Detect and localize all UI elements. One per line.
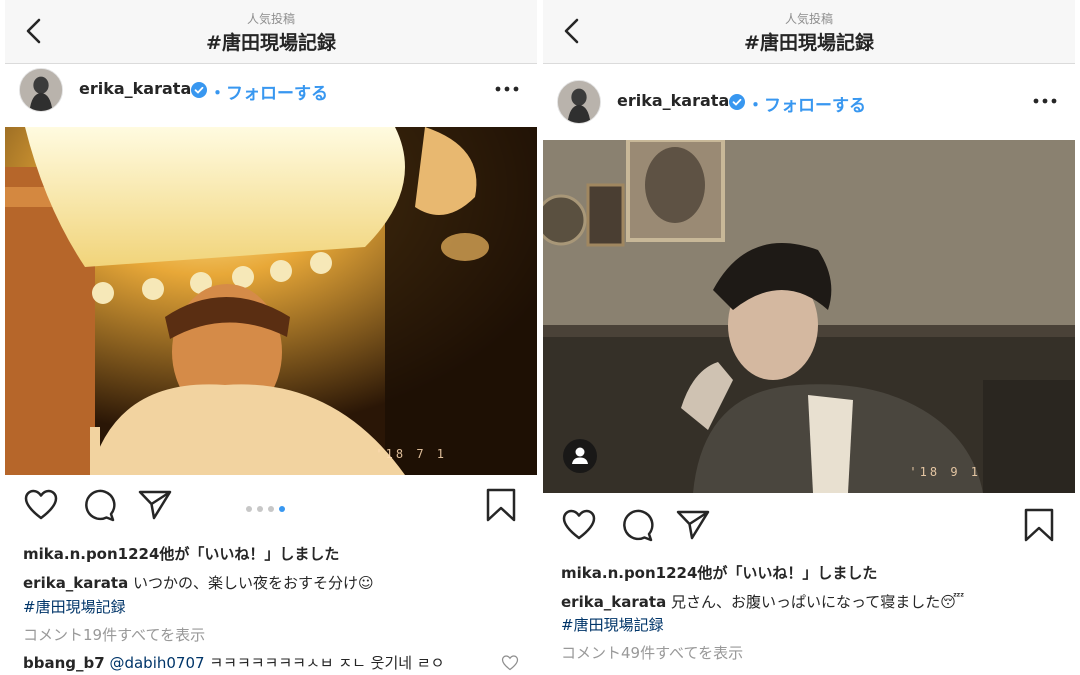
carousel-indicator bbox=[246, 506, 285, 512]
comment-row: bbang_b7 @dabih0707 ㅋㅋㅋㅋㅋㅋㅋㅅㅂ ㅈㄴ 웃기네 ㄹㅇ bbox=[23, 652, 519, 673]
caption-username[interactable]: erika_karata bbox=[561, 593, 666, 611]
carousel-dot-active bbox=[279, 506, 285, 512]
heart-icon[interactable] bbox=[561, 507, 597, 543]
top-navigation-bar: 人気投稿 #唐田現場記録 bbox=[5, 0, 537, 64]
caption: erika_karata 兄さん、お腹いっぱいになって寝ました😴 bbox=[561, 591, 1057, 612]
action-bar bbox=[5, 487, 537, 535]
header-title: #唐田現場記録 bbox=[206, 32, 336, 54]
comment-icon[interactable] bbox=[81, 487, 117, 523]
avatar[interactable] bbox=[557, 80, 601, 124]
photo-datestamp: '18 9 1 bbox=[909, 465, 981, 479]
caption-hashtag[interactable]: #唐田現場記録 bbox=[561, 614, 1057, 635]
caption-hashtag[interactable]: #唐田現場記録 bbox=[23, 596, 519, 617]
share-icon[interactable] bbox=[137, 487, 173, 523]
share-icon[interactable] bbox=[675, 507, 711, 543]
follow-button[interactable]: ・フォローする bbox=[209, 79, 328, 104]
comment-icon[interactable] bbox=[619, 507, 655, 543]
likes-summary[interactable]: mika.n.pon1224他が「いいね！」しました bbox=[561, 562, 1057, 583]
comment-username[interactable]: bbang_b7 bbox=[23, 654, 105, 672]
post-header: erika_karata ・フォローする bbox=[543, 76, 1075, 132]
caption-text: いつかの、楽しい夜をおすそ分け☺ bbox=[133, 574, 374, 592]
post-panel-left: 人気投稿 #唐田現場記録 erika_karata ・フォローする '18 7 … bbox=[5, 0, 537, 675]
user-tag-icon[interactable] bbox=[563, 439, 597, 473]
heart-icon[interactable] bbox=[23, 487, 59, 523]
post-photo[interactable]: '18 7 1 bbox=[5, 127, 537, 475]
caption-username[interactable]: erika_karata bbox=[23, 574, 128, 592]
carousel-dot bbox=[246, 506, 252, 512]
caption: erika_karata いつかの、楽しい夜をおすそ分け☺ bbox=[23, 572, 519, 593]
comment-like-heart-icon[interactable] bbox=[501, 654, 519, 672]
post-header: erika_karata ・フォローする bbox=[5, 64, 537, 120]
more-options-icon[interactable] bbox=[493, 84, 521, 94]
likes-summary[interactable]: mika.n.pon1224他が「いいね！」しました bbox=[23, 543, 519, 564]
bookmark-icon[interactable] bbox=[1021, 507, 1057, 543]
follow-button[interactable]: ・フォローする bbox=[747, 91, 866, 116]
post-photo[interactable]: '18 9 1 bbox=[543, 140, 1075, 493]
username[interactable]: erika_karata bbox=[79, 79, 191, 98]
comment-mention[interactable]: @dabih0707 bbox=[109, 654, 204, 672]
more-options-icon[interactable] bbox=[1031, 96, 1059, 106]
caption-text: 兄さん、お腹いっぱいになって寝ました😴 bbox=[671, 593, 965, 611]
view-all-comments-link[interactable]: コメント19件すべてを表示 bbox=[23, 624, 519, 645]
top-navigation-bar: 人気投稿 #唐田現場記録 bbox=[543, 0, 1075, 64]
photo-datestamp: '18 7 1 bbox=[375, 447, 447, 461]
action-bar bbox=[543, 507, 1075, 555]
verified-badge-icon bbox=[729, 94, 745, 110]
username[interactable]: erika_karata bbox=[617, 91, 729, 110]
header-subtitle: 人気投稿 bbox=[784, 12, 833, 26]
view-all-comments-link[interactable]: コメント49件すべてを表示 bbox=[561, 642, 1057, 663]
verified-badge-icon bbox=[191, 82, 207, 98]
carousel-dot bbox=[268, 506, 274, 512]
comment-text: ㅋㅋㅋㅋㅋㅋㅋㅅㅂ ㅈㄴ 웃기네 ㄹㅇ bbox=[209, 654, 445, 672]
carousel-dot bbox=[257, 506, 263, 512]
bookmark-icon[interactable] bbox=[483, 487, 519, 523]
avatar[interactable] bbox=[19, 68, 63, 112]
header-title: #唐田現場記録 bbox=[744, 32, 874, 54]
post-panel-right: 人気投稿 #唐田現場記録 erika_karata ・フォローする '18 9 … bbox=[543, 0, 1075, 675]
header-subtitle: 人気投稿 bbox=[246, 12, 295, 26]
